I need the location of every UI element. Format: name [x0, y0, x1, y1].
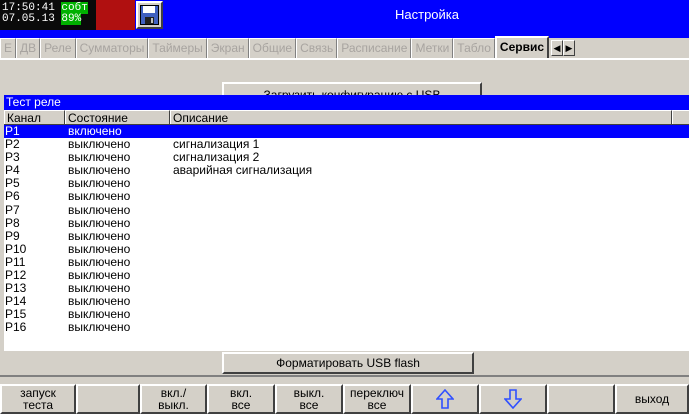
tab-scroll-controls: ◀ ▶	[551, 40, 576, 56]
tab-scroll-right-icon[interactable]: ▶	[563, 40, 576, 56]
floppy-disk-icon	[140, 5, 159, 25]
column-header-extra	[672, 110, 689, 124]
table-header: Канал Состояние Описание	[4, 110, 689, 125]
table-row[interactable]: P9 выключено	[4, 228, 689, 243]
cell-description	[170, 295, 689, 308]
cell-state: выключено	[68, 228, 131, 243]
cell-description	[170, 190, 689, 203]
tab-schedule[interactable]: Расписание	[337, 38, 412, 58]
relay-table: P1 включено P2 выключено сигнализация 1 P3 вык…	[4, 124, 689, 335]
cell-state: выключено	[68, 320, 131, 335]
fkey-label: выход	[634, 392, 670, 406]
all-on-button[interactable]: вкл. все	[207, 384, 275, 414]
fkey-label: теста	[22, 398, 54, 412]
tab-labels[interactable]: Метки	[411, 38, 454, 58]
cell-state: выключено	[68, 189, 131, 204]
cell-description	[170, 269, 689, 282]
cell-channel: P10	[5, 241, 27, 256]
tab-totalizers[interactable]: Сумматоры	[75, 38, 149, 58]
toggle-on-off-button[interactable]: вкл./ выкл.	[140, 384, 207, 414]
cell-channel: P8	[5, 215, 20, 230]
tab-bar: E ДВ Реле Сумматоры Таймеры Экран Общие …	[0, 36, 689, 60]
tab-general[interactable]: Общие	[248, 38, 297, 58]
cell-description	[170, 308, 689, 321]
blank-fkey-2[interactable]	[547, 384, 615, 414]
save-button[interactable]	[136, 1, 163, 29]
arrow-down-icon	[504, 389, 522, 409]
table-row[interactable]: P6 выключено	[4, 190, 689, 203]
cell-channel: P6	[5, 189, 20, 204]
cell-channel: P16	[5, 320, 27, 335]
divider	[0, 375, 689, 377]
column-header-state[interactable]: Состояние	[65, 110, 170, 125]
top-bar: 17:50:41 собт 07.05.13 89% Настройка	[0, 0, 689, 38]
arrow-up-button[interactable]	[411, 384, 479, 414]
cell-description	[170, 230, 689, 243]
dialog-title: Тест реле	[4, 95, 689, 110]
cell-description	[170, 256, 689, 269]
blank-fkey-1[interactable]	[76, 384, 140, 414]
cell-channel: P7	[5, 202, 20, 217]
cell-state: выключено	[68, 215, 131, 230]
cell-state: выключено	[68, 241, 131, 256]
arrow-up-icon	[436, 389, 454, 409]
relay-test-dialog: Тест реле Канал Состояние Описание P1 вкл…	[4, 95, 689, 351]
tab-screen[interactable]: Экран	[206, 38, 249, 58]
tab-timers[interactable]: Таймеры	[148, 38, 207, 58]
tab-dv[interactable]: ДВ	[16, 38, 41, 58]
tab-relays[interactable]: Реле	[40, 38, 76, 58]
cell-description	[170, 204, 689, 217]
page-title: Настройка	[395, 7, 459, 22]
function-key-bar: запуск теста вкл./ выкл. вкл. все выкл. …	[0, 384, 689, 414]
start-test-button[interactable]: запуск теста	[0, 384, 76, 414]
cell-description	[170, 217, 689, 230]
cell-description	[170, 282, 689, 295]
fkey-label: все	[231, 398, 251, 412]
cell-channel: P9	[5, 228, 20, 243]
tab-communication[interactable]: Связь	[296, 38, 338, 58]
tab-e[interactable]: E	[0, 38, 17, 58]
table-row[interactable]: P7 выключено	[4, 202, 689, 217]
clock-panel: 17:50:41 собт 07.05.13 89%	[0, 0, 96, 30]
tab-scroll-left-icon[interactable]: ◀	[551, 40, 564, 56]
tab-display-board[interactable]: Табло	[453, 38, 495, 58]
cell-state: выключено	[68, 202, 131, 217]
fkey-label: все	[367, 398, 387, 412]
exit-button[interactable]: выход	[615, 384, 689, 414]
cell-description	[170, 243, 689, 256]
table-row[interactable]: P16 выключено	[4, 321, 689, 334]
clock-date: 07.05.13	[2, 13, 55, 25]
toggle-all-button[interactable]: переключ все	[343, 384, 411, 414]
column-header-channel[interactable]: Канал	[4, 110, 65, 125]
format-usb-button[interactable]: Форматировать USB flash	[222, 352, 474, 374]
fkey-label: все	[299, 398, 319, 412]
alarm-indicator	[96, 0, 135, 30]
all-off-button[interactable]: выкл. все	[275, 384, 343, 414]
load-config-usb-button[interactable]: Загрузить конфигурацию с USB	[222, 82, 482, 96]
table-row[interactable]: P10 выключено	[4, 241, 689, 256]
battery-level: 89%	[61, 13, 82, 25]
fkey-label: выкл.	[158, 398, 189, 412]
table-row[interactable]: P8 выключено	[4, 215, 689, 230]
tab-service[interactable]: Сервис	[494, 36, 550, 58]
cell-description	[170, 177, 689, 190]
arrow-down-button[interactable]	[479, 384, 547, 414]
cell-description: аварийная сигнализация	[173, 163, 313, 178]
cell-description	[170, 321, 689, 334]
column-header-description[interactable]: Описание	[170, 110, 672, 125]
